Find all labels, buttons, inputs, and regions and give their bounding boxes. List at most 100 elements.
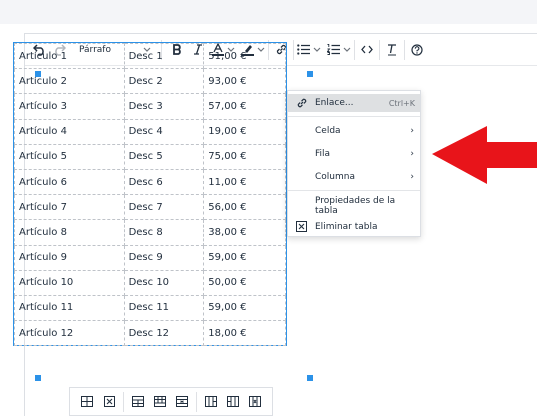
delete-table-button[interactable]: [98, 391, 120, 413]
table-row: Artículo 2 Desc 2 93,00 €: [14, 68, 286, 95]
table-row: Artículo 12 Desc 12 18,00 €: [14, 320, 286, 347]
table-cell[interactable]: Desc 8: [123, 219, 205, 246]
menu-item-column[interactable]: Columna ›: [288, 168, 420, 186]
table-cell[interactable]: Desc 2: [123, 68, 205, 95]
table-cell[interactable]: 75,00 €: [203, 143, 286, 170]
insert-row-before-button[interactable]: [127, 391, 149, 413]
table-properties-button[interactable]: [76, 391, 98, 413]
menu-item-label: Celda: [315, 126, 341, 136]
table-cell[interactable]: 59,00 €: [203, 244, 286, 271]
table-row: Artículo 9 Desc 9 59,00 €: [14, 244, 286, 271]
table-cell[interactable]: 38,00 €: [203, 219, 286, 246]
table-row: Artículo 6 Desc 6 11,00 €: [14, 168, 286, 196]
table-cell[interactable]: Artículo 5: [14, 143, 125, 170]
menu-item-cell[interactable]: Celda ›: [288, 122, 420, 140]
insert-column-before-icon: [205, 396, 217, 407]
resize-handle-top-right[interactable]: [307, 71, 313, 77]
table-row: Artículo 11 Desc 11 59,00 €: [14, 294, 286, 322]
table-cell[interactable]: Artículo 11: [14, 294, 125, 322]
menu-item-link[interactable]: Enlace... Ctrl+K: [288, 94, 420, 112]
menu-item-label: Columna: [315, 172, 355, 182]
clear-formatting-button[interactable]: [380, 36, 404, 64]
menu-item-row[interactable]: Fila ›: [288, 145, 420, 163]
insert-row-after-button[interactable]: [149, 391, 171, 413]
table-body: Artículo 1 Desc 1 51,00 € Artículo 2 Desc 29…: [14, 42, 286, 347]
chevron-right-icon: ›: [410, 172, 414, 182]
menu-item-label: Enlace...: [315, 98, 354, 108]
insert-row-after-icon: [154, 396, 166, 407]
delete-table-icon: [296, 221, 307, 232]
table-cell[interactable]: Artículo 12: [14, 320, 125, 347]
menu-item-shortcut: Ctrl+K: [388, 98, 415, 108]
table-cell[interactable]: Desc 10: [123, 269, 205, 296]
table-row: Artículo 4 Desc 4 19,00 €: [14, 118, 286, 145]
insert-column-after-button[interactable]: [222, 391, 244, 413]
code-icon: [361, 45, 373, 54]
resize-handle-bottom-left[interactable]: [35, 375, 41, 381]
numbered-list-button[interactable]: [324, 36, 354, 64]
bullet-list-button[interactable]: [294, 36, 324, 64]
resize-handle-top-left[interactable]: [35, 71, 41, 77]
table-cell[interactable]: 50,00 €: [203, 269, 286, 296]
table-cell[interactable]: Artículo 10: [14, 269, 125, 296]
table-cell[interactable]: Artículo 7: [14, 194, 125, 221]
table-cell[interactable]: Artículo 8: [14, 219, 125, 246]
menu-item-label: Eliminar tabla: [315, 222, 378, 232]
table-cell[interactable]: Desc 4: [123, 118, 205, 145]
table-cell[interactable]: 59,00 €: [203, 294, 286, 322]
table-context-toolbar: [69, 387, 273, 416]
chevron-down-icon: [343, 47, 351, 52]
table-cell[interactable]: Desc 11: [123, 294, 205, 322]
table-cell[interactable]: Desc 12: [123, 320, 205, 347]
table-cell[interactable]: 19,00 €: [203, 118, 286, 145]
table-row: Artículo 8 Desc 8 38,00 €: [14, 219, 286, 246]
data-table[interactable]: Artículo 1 Desc 1 51,00 € Artículo 2 Desc 29…: [13, 42, 287, 347]
chevron-right-icon: ›: [410, 126, 414, 136]
table-cell[interactable]: Artículo 1: [14, 42, 125, 70]
context-menu: Enlace... Ctrl+K Celda › Fila › Columna …: [287, 90, 421, 237]
help-icon: [411, 43, 423, 56]
table-cell[interactable]: Artículo 6: [14, 168, 125, 196]
table-cell[interactable]: Artículo 9: [14, 244, 125, 271]
resize-handle-bottom-right[interactable]: [307, 375, 313, 381]
table-cell[interactable]: Artículo 2: [14, 68, 125, 95]
top-band: [0, 0, 537, 24]
table-cell[interactable]: Artículo 3: [14, 93, 125, 120]
menu-item-label: Fila: [315, 149, 331, 159]
delete-row-button[interactable]: [171, 391, 193, 413]
clear-formatting-icon: [388, 43, 396, 55]
menu-item-delete-table[interactable]: Eliminar tabla: [288, 218, 420, 236]
table-cell[interactable]: 57,00 €: [203, 93, 286, 120]
table-cell[interactable]: Desc 6: [123, 168, 205, 196]
table-cell[interactable]: Artículo 4: [14, 118, 125, 145]
table-cell[interactable]: 11,00 €: [203, 168, 286, 196]
delete-column-button[interactable]: [244, 391, 266, 413]
numbered-list-icon: [327, 44, 340, 55]
menu-divider: [288, 190, 420, 191]
insert-column-before-button[interactable]: [200, 391, 222, 413]
table-cell[interactable]: 18,00 €: [203, 320, 286, 347]
table-row: Artículo 3 Desc 3 57,00 €: [14, 93, 286, 120]
table-cell[interactable]: 93,00 €: [203, 68, 286, 95]
delete-row-icon: [176, 396, 188, 407]
help-button[interactable]: [405, 36, 429, 64]
table-cell[interactable]: Desc 9: [123, 244, 205, 271]
insert-row-before-icon: [132, 396, 144, 407]
table-row: Artículo 10 Desc 10 50,00 €: [14, 269, 286, 296]
table-cell[interactable]: Desc 3: [123, 93, 205, 120]
insert-column-after-icon: [227, 396, 239, 407]
delete-table-icon: [103, 396, 115, 407]
table-cell[interactable]: 56,00 €: [203, 194, 286, 221]
toolbar-separator: [196, 391, 197, 412]
table-cell[interactable]: 51,00 €: [203, 42, 286, 70]
table-row: Artículo 5 Desc 5 75,00 €: [14, 143, 286, 170]
menu-divider: [288, 116, 420, 117]
source-code-button[interactable]: [355, 36, 379, 64]
table-cell[interactable]: Desc 1: [123, 42, 205, 70]
delete-column-icon: [249, 396, 261, 407]
table-cell[interactable]: Desc 5: [123, 143, 205, 170]
table-cell[interactable]: Desc 7: [123, 194, 205, 221]
link-icon: [297, 98, 307, 108]
menu-item-table-properties[interactable]: Propiedades de la tabla: [288, 196, 420, 216]
red-arrow-annotation: [432, 126, 537, 184]
